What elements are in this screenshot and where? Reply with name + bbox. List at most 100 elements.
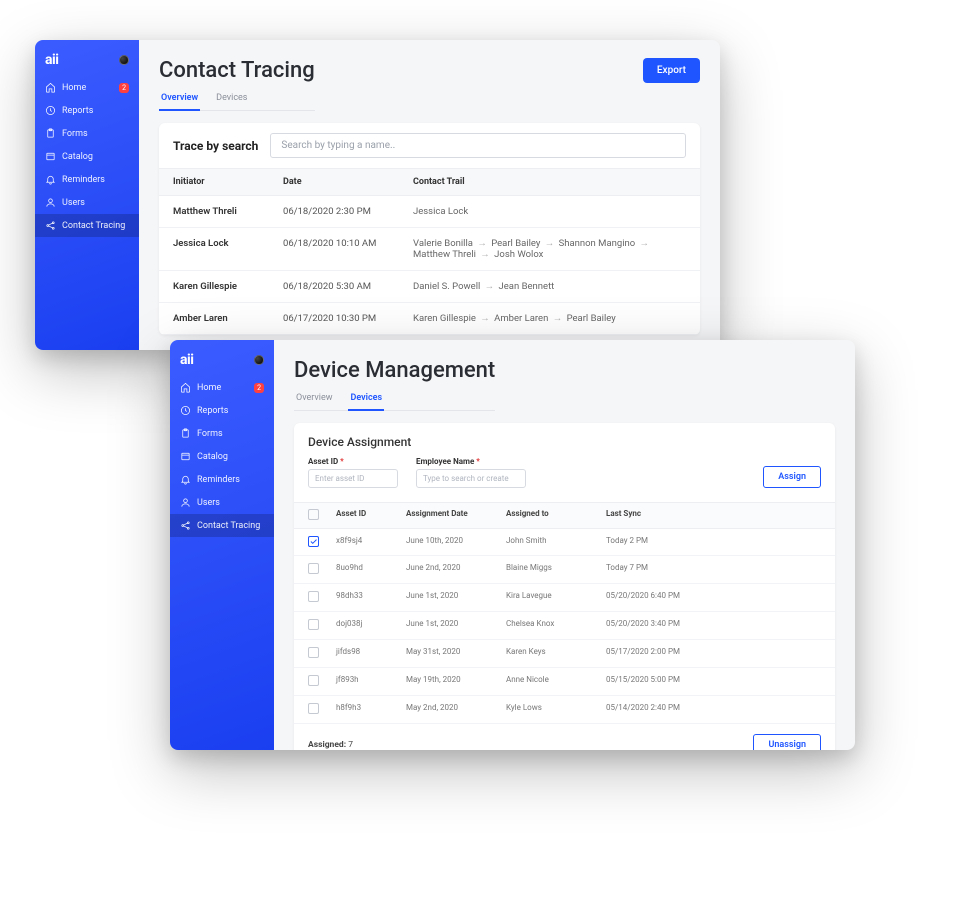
avatar-icon[interactable] (119, 55, 129, 65)
trace-search-input[interactable] (270, 133, 686, 158)
sidebar-item-label: Reminders (62, 175, 105, 185)
sidebar-logo: aii (170, 348, 274, 376)
row-checkbox[interactable] (308, 619, 319, 630)
sidebar-item-users[interactable]: Users (35, 191, 139, 214)
last-sync-cell: 05/15/2020 5:00 PM (606, 675, 821, 688)
sidebar: aii Home2ReportsFormsCatalogRemindersUse… (35, 40, 139, 350)
user-icon (180, 497, 191, 508)
trace-row[interactable]: Jessica Lock06/18/2020 10:10 AMValerie B… (159, 228, 700, 271)
assigned-count: Assigned: 7 (308, 740, 353, 750)
device-row[interactable]: jifds98May 31st, 2020Karen Keys05/17/202… (294, 640, 835, 668)
row-checkbox[interactable] (308, 536, 319, 547)
page-title: Device Management (294, 358, 495, 383)
section-title: Device Assignment (294, 423, 835, 451)
row-checkbox[interactable] (308, 563, 319, 574)
avatar-icon[interactable] (254, 355, 264, 365)
date-cell: 06/18/2020 10:10 AM (283, 238, 413, 260)
sidebar-item-reminders[interactable]: Reminders (170, 468, 274, 491)
tab-overview[interactable]: Overview (294, 389, 334, 410)
initiator-cell: Jessica Lock (173, 238, 283, 260)
device-row[interactable]: 8uo9hdJune 2nd, 2020Blaine MiggsToday 7 … (294, 556, 835, 584)
home-icon (45, 82, 56, 93)
row-checkbox[interactable] (308, 703, 319, 714)
asset-id-cell: 8uo9hd (336, 563, 406, 576)
contact-tracing-main: Contact Tracing Overview Devices Export … (139, 40, 720, 350)
page-title: Contact Tracing (159, 58, 315, 83)
bell-icon (45, 174, 56, 185)
assigned-to-cell: Kyle Lows (506, 703, 606, 716)
sidebar-item-users[interactable]: Users (170, 491, 274, 514)
sidebar-item-label: Forms (197, 429, 223, 439)
initiator-cell: Karen Gillespie (173, 281, 283, 292)
sidebar-item-reports[interactable]: Reports (35, 99, 139, 122)
device-management-window: aii Home 2 Reports Forms CatalogRemindersUse… (170, 340, 855, 750)
sidebar-item-contact-tracing[interactable]: Contact Tracing (170, 514, 274, 537)
assignment-date-cell: May 31st, 2020 (406, 647, 506, 660)
sidebar-item-forms[interactable]: Forms (170, 422, 274, 445)
export-button[interactable]: Export (643, 58, 700, 83)
employee-name-input[interactable] (416, 469, 526, 488)
device-row[interactable]: jf893hMay 19th, 2020Anne Nicole05/15/202… (294, 668, 835, 696)
sidebar-item-label: Catalog (62, 152, 93, 162)
sidebar-item-home[interactable]: Home 2 (170, 376, 274, 399)
bell-icon (180, 474, 191, 485)
device-row[interactable]: doj038jJune 1st, 2020Chelsea Knox05/20/2… (294, 612, 835, 640)
row-checkbox[interactable] (308, 647, 319, 658)
date-cell: 06/18/2020 2:30 PM (283, 206, 413, 217)
assignment-date-cell: June 1st, 2020 (406, 619, 506, 632)
assignment-date-cell: May 2nd, 2020 (406, 703, 506, 716)
tab-overview[interactable]: Overview (159, 89, 200, 111)
assignment-date-cell: May 19th, 2020 (406, 675, 506, 688)
col-trail: Contact Trail (413, 177, 686, 187)
last-sync-cell: Today 7 PM (606, 563, 821, 576)
asset-id-cell: h8f9h3 (336, 703, 406, 716)
last-sync-cell: 05/20/2020 3:40 PM (606, 619, 821, 632)
device-row[interactable]: 98dh33June 1st, 2020Kira Lavegue05/20/20… (294, 584, 835, 612)
sidebar-item-reports[interactable]: Reports (170, 399, 274, 422)
device-row[interactable]: x8f9sj4June 10th, 2020John SmithToday 2 … (294, 529, 835, 556)
sidebar-item-contact-tracing[interactable]: Contact Tracing (35, 214, 139, 237)
sidebar-item-reminders[interactable]: Reminders (35, 168, 139, 191)
brand-text: aii (180, 352, 193, 368)
contact-tracing-window: aii Home2ReportsFormsCatalogRemindersUse… (35, 40, 720, 350)
clipboard-icon (180, 428, 191, 439)
sidebar-item-label: Forms (62, 129, 88, 139)
col-assignment-date: Assignment Date (406, 509, 506, 522)
sidebar-item-label: Reports (197, 406, 228, 416)
sidebar-item-label: Home (62, 83, 86, 93)
asset-id-input[interactable] (308, 469, 398, 488)
sidebar-item-catalog[interactable]: Catalog (170, 445, 274, 468)
col-assigned-to: Assigned to (506, 509, 606, 522)
last-sync-cell: 05/14/2020 2:40 PM (606, 703, 821, 716)
trace-row[interactable]: Amber Laren06/17/2020 10:30 PMKaren Gill… (159, 303, 700, 335)
device-row[interactable]: h8f9h3May 2nd, 2020Kyle Lows05/14/2020 2… (294, 696, 835, 724)
device-mgmt-main: Device Management Overview Devices Devic… (274, 340, 855, 750)
col-initiator: Initiator (173, 177, 283, 187)
trail-cell: Karen Gillespie → Amber Laren → Pearl Ba… (413, 313, 686, 324)
device-card: Device Assignment Asset ID * Employee Na… (294, 423, 835, 750)
trace-row[interactable]: Karen Gillespie06/18/2020 5:30 AMDaniel … (159, 271, 700, 303)
sidebar-badge: 2 (254, 383, 264, 393)
select-all-checkbox[interactable] (308, 509, 319, 520)
trace-search-label: Trace by search (173, 139, 258, 153)
assigned-to-cell: John Smith (506, 536, 606, 548)
asset-id-cell: x8f9sj4 (336, 536, 406, 548)
assigned-to-cell: Blaine Miggs (506, 563, 606, 576)
user-icon (45, 197, 56, 208)
trace-row[interactable]: Matthew Threli06/18/2020 2:30 PMJessica … (159, 196, 700, 228)
initiator-cell: Amber Laren (173, 313, 283, 324)
row-checkbox[interactable] (308, 591, 319, 602)
sidebar-item-label: Home (197, 383, 221, 393)
sidebar-item-label: Reports (62, 106, 93, 116)
col-last-sync: Last Sync (606, 509, 821, 522)
tab-devices[interactable]: Devices (348, 389, 384, 411)
assign-button[interactable]: Assign (763, 466, 821, 488)
tab-devices[interactable]: Devices (214, 89, 249, 110)
date-cell: 06/18/2020 5:30 AM (283, 281, 413, 292)
sidebar-item-forms[interactable]: Forms (35, 122, 139, 145)
row-checkbox[interactable] (308, 675, 319, 686)
sidebar-item-catalog[interactable]: Catalog (35, 145, 139, 168)
asset-id-cell: jifds98 (336, 647, 406, 660)
unassign-button[interactable]: Unassign (753, 734, 821, 750)
sidebar-item-home[interactable]: Home2 (35, 76, 139, 99)
